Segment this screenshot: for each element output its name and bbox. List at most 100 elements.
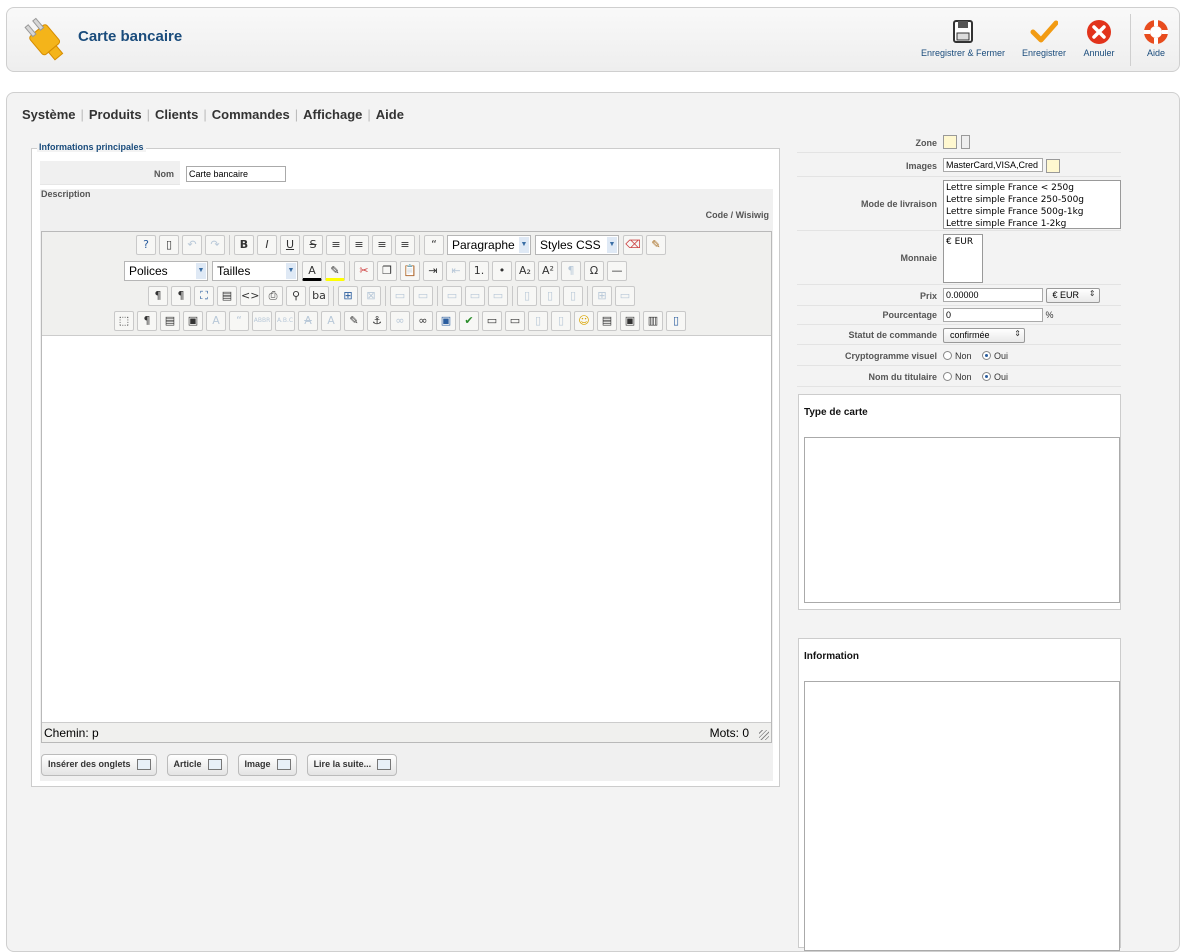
- acronym-icon[interactable]: A.B.C: [275, 311, 295, 331]
- eraser-icon[interactable]: ⌫: [623, 235, 643, 255]
- table-insert-icon[interactable]: ⊞: [338, 286, 358, 306]
- cancel-button[interactable]: Annuler: [1079, 18, 1119, 58]
- layer-icon[interactable]: ▣: [183, 311, 203, 331]
- row-before-icon[interactable]: ▭: [442, 286, 462, 306]
- undo-icon[interactable]: ↶: [182, 235, 202, 255]
- image-manager-icon[interactable]: ▣: [620, 311, 640, 331]
- align-center-icon[interactable]: ≡: [349, 235, 369, 255]
- media-icon[interactable]: ▥: [643, 311, 663, 331]
- unlink-icon[interactable]: ∞: [390, 311, 410, 331]
- bullet-list-icon[interactable]: •: [492, 261, 512, 281]
- align-right-icon[interactable]: ≡: [395, 235, 415, 255]
- split-cells-icon[interactable]: ⊞: [592, 286, 612, 306]
- nom-input[interactable]: [186, 166, 286, 182]
- livraison-option[interactable]: Lettre simple France 250-500g: [946, 194, 1118, 206]
- livraison-option[interactable]: Lettre simple France 500g-1kg: [946, 206, 1118, 218]
- menu-systeme[interactable]: Système: [22, 107, 75, 122]
- ordered-list-icon[interactable]: 1.: [469, 261, 489, 281]
- help-button[interactable]: Aide: [1141, 18, 1171, 58]
- row-after-icon[interactable]: ▭: [465, 286, 485, 306]
- ins-icon[interactable]: A: [321, 311, 341, 331]
- monnaie-listbox[interactable]: € EUR: [943, 234, 983, 283]
- statut-select[interactable]: confirmée ⇕: [943, 328, 1025, 343]
- menu-clients[interactable]: Clients: [155, 107, 198, 122]
- style-props-icon[interactable]: A: [206, 311, 226, 331]
- print-icon[interactable]: ⎙: [263, 286, 283, 306]
- horizontal-rule-icon[interactable]: —: [607, 261, 627, 281]
- align-justify-icon[interactable]: ≡: [326, 235, 346, 255]
- livraison-option[interactable]: Lettre simple France 1-2kg: [946, 218, 1118, 228]
- cite-icon[interactable]: “: [229, 311, 249, 331]
- col-after-icon[interactable]: ▯: [540, 286, 560, 306]
- menu-produits[interactable]: Produits: [89, 107, 142, 122]
- titulaire-oui-radio[interactable]: [982, 372, 992, 382]
- save-button[interactable]: Enregistrer: [1017, 18, 1071, 58]
- delete-icon[interactable]: [961, 135, 970, 149]
- image-icon[interactable]: ▣: [436, 311, 456, 331]
- livraison-option[interactable]: Lettre simple France < 250g: [946, 182, 1118, 194]
- delete-col-icon[interactable]: ▯: [563, 286, 583, 306]
- new-document-icon[interactable]: ▯: [159, 235, 179, 255]
- find-icon[interactable]: ⚲: [286, 286, 306, 306]
- editor-body[interactable]: [42, 337, 771, 723]
- rtl-icon[interactable]: ¶: [171, 286, 191, 306]
- del-icon[interactable]: A: [298, 311, 318, 331]
- row-props-icon[interactable]: ▭: [390, 286, 410, 306]
- anchor-icon[interactable]: ⚓: [367, 311, 387, 331]
- crypto-oui-radio[interactable]: [982, 351, 992, 361]
- titulaire-non-radio[interactable]: [943, 372, 952, 382]
- spellcheck-icon[interactable]: ✔: [459, 311, 479, 331]
- html-source-icon[interactable]: <>: [240, 286, 260, 306]
- merge-cells-icon[interactable]: ▭: [615, 286, 635, 306]
- document-add-icon[interactable]: ▯: [666, 311, 686, 331]
- menu-aide[interactable]: Aide: [376, 107, 404, 122]
- insert-tabs-button[interactable]: Insérer des onglets: [41, 754, 157, 776]
- underline-icon[interactable]: U: [280, 235, 300, 255]
- insert-layer-icon[interactable]: ▭: [482, 311, 502, 331]
- edit-icon[interactable]: [943, 135, 957, 149]
- col-before-icon[interactable]: ▯: [517, 286, 537, 306]
- font-size-select[interactable]: Tailles ▼: [212, 261, 298, 281]
- menu-affichage[interactable]: Affichage: [303, 107, 362, 122]
- edit-icon[interactable]: [1045, 158, 1060, 173]
- file-manager-icon[interactable]: ▤: [597, 311, 617, 331]
- save-close-button[interactable]: Enregistrer & Fermer: [919, 18, 1007, 58]
- show-blocks-icon[interactable]: ¶: [137, 311, 157, 331]
- emoticon-icon[interactable]: ☺: [574, 311, 594, 331]
- cleanup-brush-icon[interactable]: ✎: [646, 235, 666, 255]
- type-carte-textarea[interactable]: [804, 437, 1120, 603]
- link-icon[interactable]: ∞: [413, 311, 433, 331]
- delete-row-icon[interactable]: ▭: [488, 286, 508, 306]
- prix-input[interactable]: [943, 288, 1043, 302]
- help-icon[interactable]: ?: [136, 235, 156, 255]
- paste-icon[interactable]: 📋: [400, 261, 420, 281]
- blockquote-icon[interactable]: “: [424, 235, 444, 255]
- crypto-non-radio[interactable]: [943, 351, 952, 361]
- information-textarea[interactable]: [804, 681, 1120, 951]
- resize-grip-icon[interactable]: [759, 730, 769, 740]
- abbr-icon[interactable]: ABBR: [252, 311, 272, 331]
- fullscreen-icon[interactable]: ⛶: [194, 286, 214, 306]
- livraison-listbox[interactable]: Lettre simple France < 250g Lettre simpl…: [943, 180, 1121, 229]
- text-color-icon[interactable]: A: [302, 261, 322, 281]
- align-left-icon[interactable]: ≡: [372, 235, 392, 255]
- images-input[interactable]: [943, 158, 1043, 172]
- italic-icon[interactable]: I: [257, 235, 277, 255]
- omega-icon[interactable]: Ω: [584, 261, 604, 281]
- special-char-disabled-icon[interactable]: ¶: [561, 261, 581, 281]
- image-button[interactable]: Image: [237, 754, 297, 776]
- template-icon[interactable]: ▤: [160, 311, 180, 331]
- bold-icon[interactable]: B: [234, 235, 254, 255]
- strikethrough-icon[interactable]: S: [303, 235, 323, 255]
- move-forward-icon[interactable]: ▯: [528, 311, 548, 331]
- read-more-button[interactable]: Lire la suite...: [306, 754, 398, 776]
- subscript-icon[interactable]: A₂: [515, 261, 535, 281]
- redo-icon[interactable]: ↷: [205, 235, 225, 255]
- move-backward-icon[interactable]: ▯: [551, 311, 571, 331]
- cell-props-icon[interactable]: ▭: [413, 286, 433, 306]
- superscript-icon[interactable]: A²: [538, 261, 558, 281]
- code-wysiwyg-toggle[interactable]: Code / Wisiwig: [706, 210, 769, 220]
- menu-commandes[interactable]: Commandes: [212, 107, 290, 122]
- indent-icon[interactable]: ⇥: [423, 261, 443, 281]
- prix-currency-select[interactable]: € EUR ⇕: [1045, 288, 1100, 303]
